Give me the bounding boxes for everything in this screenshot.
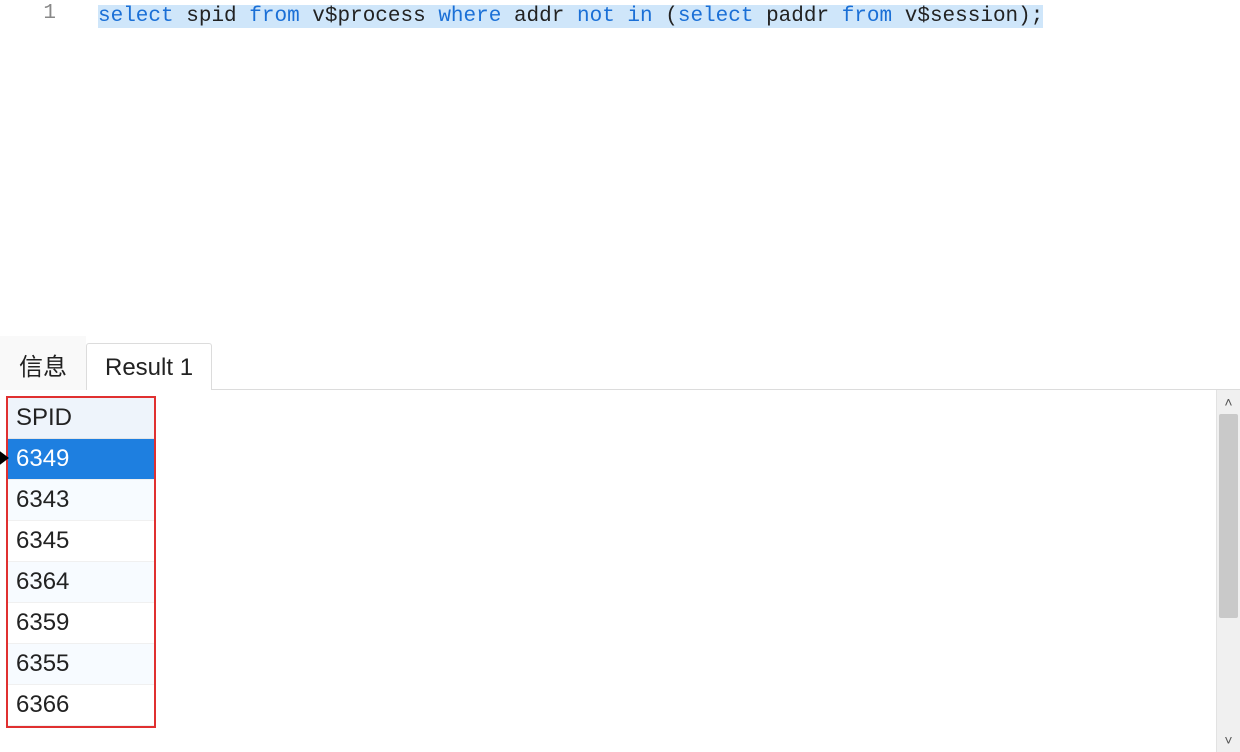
table-row[interactable]: 6349 xyxy=(8,439,154,480)
token-identifier: v$process xyxy=(312,5,425,28)
sql-editor[interactable]: 1 select spid from v$process where addr … xyxy=(0,0,1240,340)
scroll-track[interactable] xyxy=(1217,414,1240,728)
results-pane: SPID 6349634363456364635963556366 ˄ ˅ xyxy=(0,390,1240,752)
table-row[interactable]: 6355 xyxy=(8,644,154,685)
scroll-up-arrow-icon[interactable]: ˄ xyxy=(1217,390,1240,414)
scroll-down-arrow-icon[interactable]: ˅ xyxy=(1217,728,1240,752)
table-row[interactable]: 6364 xyxy=(8,562,154,603)
token-identifier xyxy=(829,5,842,28)
token-identifier xyxy=(237,5,250,28)
code-content[interactable]: select spid from v$process where addr no… xyxy=(72,0,1240,340)
vertical-scrollbar[interactable]: ˄ ˅ xyxy=(1216,390,1240,752)
token-identifier xyxy=(426,5,439,28)
tab-result-1[interactable]: Result 1 xyxy=(86,343,212,390)
token-delimiter: ( xyxy=(665,5,678,28)
token-identifier xyxy=(753,5,766,28)
cell-spid[interactable]: 6359 xyxy=(8,603,154,644)
token-keyword: from xyxy=(249,5,299,28)
token-keyword: select xyxy=(98,5,174,28)
token-identifier xyxy=(892,5,905,28)
token-keyword: in xyxy=(627,5,652,28)
token-identifier xyxy=(653,5,666,28)
current-row-pointer-icon xyxy=(0,449,9,467)
cell-spid[interactable]: 6349 xyxy=(8,439,154,480)
result-tabs: 信息 Result 1 xyxy=(0,340,1240,390)
token-identifier: v$session xyxy=(905,5,1018,28)
token-identifier xyxy=(174,5,187,28)
token-keyword: select xyxy=(678,5,754,28)
token-identifier xyxy=(615,5,628,28)
cell-spid[interactable]: 6355 xyxy=(8,644,154,685)
scroll-thumb[interactable] xyxy=(1219,414,1238,618)
column-header-spid[interactable]: SPID xyxy=(8,398,154,439)
token-keyword: not xyxy=(577,5,615,28)
cell-spid[interactable]: 6364 xyxy=(8,562,154,603)
table-row[interactable]: 6345 xyxy=(8,521,154,562)
line-number: 1 xyxy=(43,2,56,25)
result-table[interactable]: SPID 6349634363456364635963556366 xyxy=(8,398,154,726)
table-row[interactable]: 6366 xyxy=(8,685,154,726)
result-table-highlight: SPID 6349634363456364635963556366 xyxy=(6,396,156,728)
cell-spid[interactable]: 6366 xyxy=(8,685,154,726)
cell-spid[interactable]: 6345 xyxy=(8,521,154,562)
tab-info[interactable]: 信息 xyxy=(0,336,86,390)
line-gutter: 1 xyxy=(0,0,72,340)
cell-spid[interactable]: 6343 xyxy=(8,480,154,521)
token-keyword: from xyxy=(842,5,892,28)
table-row[interactable]: 6343 xyxy=(8,480,154,521)
token-identifier xyxy=(564,5,577,28)
table-row[interactable]: 6359 xyxy=(8,603,154,644)
token-identifier xyxy=(300,5,313,28)
token-identifier: addr xyxy=(514,5,564,28)
token-identifier: spid xyxy=(186,5,236,28)
token-identifier xyxy=(501,5,514,28)
token-delimiter: ) xyxy=(1018,5,1031,28)
results-scroll-area[interactable]: SPID 6349634363456364635963556366 xyxy=(0,390,1216,752)
token-identifier: paddr xyxy=(766,5,829,28)
token-keyword: where xyxy=(438,5,501,28)
token-delimiter: ; xyxy=(1031,5,1044,28)
